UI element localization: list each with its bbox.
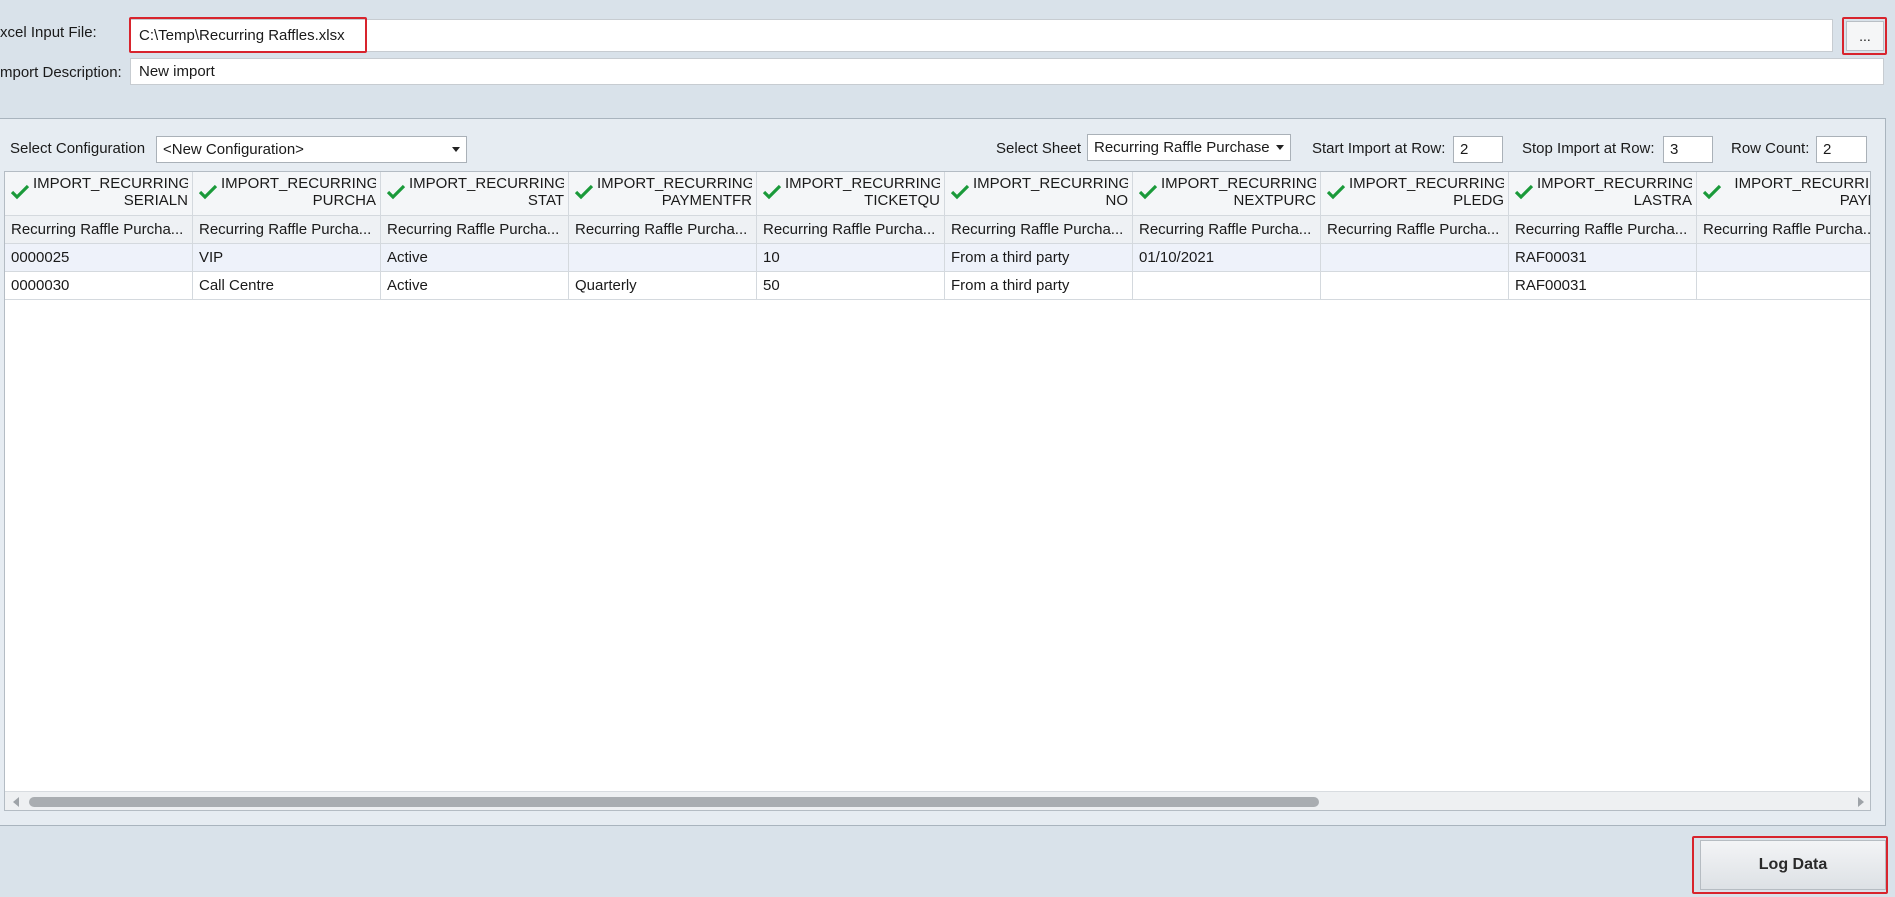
column-header-label: IMPORT_RECURRING SERIALN bbox=[33, 175, 188, 209]
row-count-input: 2 bbox=[1816, 136, 1867, 163]
column-header[interactable]: IMPORT_RECURRING PLEDG bbox=[1321, 172, 1509, 216]
configuration-dropdown-value: <New Configuration> bbox=[163, 141, 304, 158]
checkmark-icon bbox=[1703, 184, 1721, 200]
column-header-label: IMPORT_RECURRIN PAYM bbox=[1734, 175, 1871, 209]
table-row[interactable]: 0000030 Call Centre Active Quarterly 50 From … bbox=[5, 272, 1870, 300]
checkmark-icon bbox=[11, 184, 29, 200]
column-header[interactable]: IMPORT_RECURRING SERIALN bbox=[5, 172, 193, 216]
column-header-label: IMPORT_RECURRING PAYMENTFR bbox=[597, 175, 752, 209]
column-mapping-cell[interactable]: Recurring Raffle Purcha... bbox=[945, 216, 1133, 244]
table-cell[interactable]: Active bbox=[381, 272, 569, 300]
table-cell[interactable]: RAF00031 bbox=[1509, 244, 1697, 272]
column-mapping-cell[interactable]: Recurring Raffle Purcha... bbox=[1697, 216, 1870, 244]
table-cell[interactable]: 10 bbox=[757, 244, 945, 272]
chevron-down-icon bbox=[1276, 144, 1284, 150]
table-cell[interactable]: 50 bbox=[757, 272, 945, 300]
table-cell[interactable] bbox=[1133, 272, 1321, 300]
column-mapping-cell[interactable]: Recurring Raffle Purcha... bbox=[381, 216, 569, 244]
table-row[interactable]: 0000025 VIP Active 10 From a third party 01/1… bbox=[5, 244, 1870, 272]
column-header[interactable]: IMPORT_RECURRING PAYMENTFR bbox=[569, 172, 757, 216]
column-header[interactable]: IMPORT_RECURRIN PAYM bbox=[1697, 172, 1871, 216]
horizontal-scrollbar[interactable] bbox=[5, 791, 1870, 810]
table-cell[interactable]: Active bbox=[381, 244, 569, 272]
table-cell[interactable]: VIP bbox=[193, 244, 381, 272]
select-sheet-label: Select Sheet bbox=[996, 140, 1082, 157]
table-cell[interactable] bbox=[569, 244, 757, 272]
stop-import-row-input[interactable]: 3 bbox=[1663, 136, 1713, 163]
column-header[interactable]: IMPORT_RECURRING PURCHA bbox=[193, 172, 381, 216]
checkmark-icon bbox=[1515, 184, 1533, 200]
scroll-left-icon[interactable] bbox=[13, 797, 19, 807]
table-cell[interactable]: From a third party bbox=[945, 244, 1133, 272]
table-cell[interactable]: 0000025 bbox=[5, 244, 193, 272]
table-cell[interactable]: 0000030 bbox=[5, 272, 193, 300]
table-cell[interactable] bbox=[1321, 272, 1509, 300]
browse-file-button[interactable]: ... bbox=[1846, 21, 1884, 51]
import-data-grid: IMPORT_RECURRING SERIALN IMPORT_RECURRING… bbox=[4, 171, 1871, 811]
column-header-label: IMPORT_RECURRING NO bbox=[973, 175, 1128, 209]
checkmark-icon bbox=[575, 184, 593, 200]
table-cell[interactable]: 01/10/2021 bbox=[1133, 244, 1321, 272]
checkmark-icon bbox=[199, 184, 217, 200]
checkmark-icon bbox=[951, 184, 969, 200]
row-count-label: Row Count: bbox=[1731, 140, 1810, 157]
column-mapping-cell[interactable]: Recurring Raffle Purcha... bbox=[5, 216, 193, 244]
import-description-label: mport Description: bbox=[0, 64, 122, 81]
import-description-field[interactable]: New import bbox=[130, 58, 1884, 85]
column-header[interactable]: IMPORT_RECURRING NEXTPURC bbox=[1133, 172, 1321, 216]
excel-input-file-label: xcel Input File: bbox=[0, 24, 97, 41]
log-data-button[interactable]: Log Data bbox=[1700, 840, 1886, 890]
start-import-row-input[interactable]: 2 bbox=[1453, 136, 1503, 163]
checkmark-icon bbox=[1327, 184, 1345, 200]
table-cell[interactable] bbox=[1321, 244, 1509, 272]
grid-header-row: IMPORT_RECURRING SERIALN IMPORT_RECURRING… bbox=[5, 172, 1871, 216]
scrollbar-thumb[interactable] bbox=[29, 797, 1319, 807]
grid-mapping-row: Recurring Raffle Purcha... Recurring Raff… bbox=[5, 216, 1870, 244]
column-header[interactable]: IMPORT_RECURRING LASTRA bbox=[1509, 172, 1697, 216]
excel-input-file-field[interactable]: C:\Temp\Recurring Raffles.xlsx bbox=[130, 19, 1833, 52]
column-mapping-cell[interactable]: Recurring Raffle Purcha... bbox=[1509, 216, 1697, 244]
scroll-right-icon[interactable] bbox=[1858, 797, 1864, 807]
checkmark-icon bbox=[763, 184, 781, 200]
table-cell[interactable]: RAF00031 bbox=[1509, 272, 1697, 300]
column-mapping-cell[interactable]: Recurring Raffle Purcha... bbox=[1321, 216, 1509, 244]
sheet-dropdown[interactable]: Recurring Raffle Purchase bbox=[1087, 134, 1291, 161]
select-configuration-label: Select Configuration bbox=[10, 140, 146, 157]
column-mapping-cell[interactable]: Recurring Raffle Purcha... bbox=[193, 216, 381, 244]
column-header-label: IMPORT_RECURRING LASTRA bbox=[1537, 175, 1692, 209]
checkmark-icon bbox=[1139, 184, 1157, 200]
stop-import-row-label: Stop Import at Row: bbox=[1522, 140, 1655, 157]
column-header[interactable]: IMPORT_RECURRING STAT bbox=[381, 172, 569, 216]
chevron-down-icon bbox=[452, 146, 460, 152]
checkmark-icon bbox=[387, 184, 405, 200]
start-import-row-label: Start Import at Row: bbox=[1312, 140, 1446, 157]
column-header-label: IMPORT_RECURRING STAT bbox=[409, 175, 564, 209]
column-mapping-cell[interactable]: Recurring Raffle Purcha... bbox=[757, 216, 945, 244]
column-header-label: IMPORT_RECURRING TICKETQU bbox=[785, 175, 940, 209]
column-header[interactable]: IMPORT_RECURRING NO bbox=[945, 172, 1133, 216]
column-header-label: IMPORT_RECURRING PLEDG bbox=[1349, 175, 1504, 209]
column-header[interactable]: IMPORT_RECURRING TICKETQU bbox=[757, 172, 945, 216]
table-cell[interactable]: Call Centre bbox=[193, 272, 381, 300]
table-cell[interactable] bbox=[1697, 272, 1870, 300]
table-cell[interactable] bbox=[1697, 244, 1870, 272]
configuration-dropdown[interactable]: <New Configuration> bbox=[156, 136, 467, 163]
table-cell[interactable]: From a third party bbox=[945, 272, 1133, 300]
column-header-label: IMPORT_RECURRING NEXTPURC bbox=[1161, 175, 1316, 209]
column-mapping-cell[interactable]: Recurring Raffle Purcha... bbox=[1133, 216, 1321, 244]
column-header-label: IMPORT_RECURRING PURCHA bbox=[221, 175, 376, 209]
table-cell[interactable]: Quarterly bbox=[569, 272, 757, 300]
column-mapping-cell[interactable]: Recurring Raffle Purcha... bbox=[569, 216, 757, 244]
sheet-dropdown-value: Recurring Raffle Purchase bbox=[1094, 139, 1270, 156]
